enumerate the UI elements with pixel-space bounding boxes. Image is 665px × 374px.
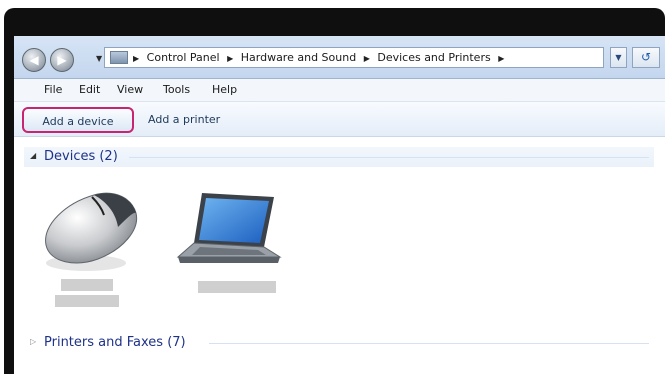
printers-group-label: Printers and Faxes (7) [44, 335, 186, 350]
expand-triangle-icon[interactable]: ▷ [30, 337, 36, 346]
device-name-redacted [55, 295, 119, 307]
menu-bar: File Edit View Tools Help [14, 79, 665, 102]
breadcrumb-separator-icon[interactable]: ▶ [133, 54, 139, 63]
back-button[interactable]: ◀ [22, 48, 46, 72]
menu-file[interactable]: File [44, 83, 62, 96]
history-dropdown-icon[interactable]: ▼ [96, 54, 102, 63]
back-arrow-icon: ◀ [29, 53, 39, 67]
add-device-button[interactable]: Add a device [22, 107, 134, 133]
explorer-window: ◀ ▶ ▼ ▶ Control Panel ▶ Hardware and Sou… [14, 36, 665, 374]
device-name-redacted [198, 281, 276, 293]
device-laptop[interactable] [164, 185, 284, 305]
group-divider [129, 157, 649, 158]
breadcrumb-separator-icon[interactable]: ▶ [498, 54, 504, 63]
devices-group-header[interactable]: ◢ Devices (2) [24, 147, 654, 167]
devices-view: ◢ Devices (2) ▷ Printers and Faxes (7) [14, 137, 665, 374]
breadcrumb-devices-and-printers[interactable]: Devices and Printers [377, 51, 490, 64]
menu-view[interactable]: View [117, 83, 143, 96]
forward-arrow-icon: ▶ [57, 53, 67, 67]
address-dropdown-button[interactable]: ▼ [610, 47, 627, 68]
control-panel-icon [110, 51, 128, 64]
breadcrumb-hardware-and-sound[interactable]: Hardware and Sound [241, 51, 356, 64]
breadcrumb: ▶ Control Panel ▶ Hardware and Sound ▶ D… [133, 51, 508, 64]
device-name-redacted [61, 279, 113, 291]
chevron-down-icon: ▼ [615, 53, 622, 62]
refresh-icon: ↺ [640, 50, 652, 64]
devices-group-label: Devices (2) [44, 149, 118, 164]
menu-edit[interactable]: Edit [79, 83, 100, 96]
device-mouse[interactable] [36, 185, 146, 307]
address-bar[interactable]: ▶ Control Panel ▶ Hardware and Sound ▶ D… [104, 47, 604, 68]
collapse-triangle-icon[interactable]: ◢ [30, 151, 36, 160]
forward-button[interactable]: ▶ [50, 48, 74, 72]
breadcrumb-control-panel[interactable]: Control Panel [147, 51, 220, 64]
group-divider [209, 343, 649, 344]
laptop-icon [176, 193, 282, 263]
mouse-icon [45, 192, 138, 271]
add-printer-button[interactable]: Add a printer [140, 110, 228, 130]
menu-tools[interactable]: Tools [163, 83, 190, 96]
menu-help[interactable]: Help [212, 83, 237, 96]
refresh-button[interactable]: ↺ [632, 47, 660, 68]
breadcrumb-separator-icon[interactable]: ▶ [364, 54, 370, 63]
printers-group-header[interactable]: ▷ Printers and Faxes (7) [24, 333, 654, 353]
address-bar-area: ◀ ▶ ▼ ▶ Control Panel ▶ Hardware and Sou… [14, 36, 665, 79]
breadcrumb-separator-icon[interactable]: ▶ [227, 54, 233, 63]
command-bar: Add a device Add a printer [14, 102, 665, 137]
